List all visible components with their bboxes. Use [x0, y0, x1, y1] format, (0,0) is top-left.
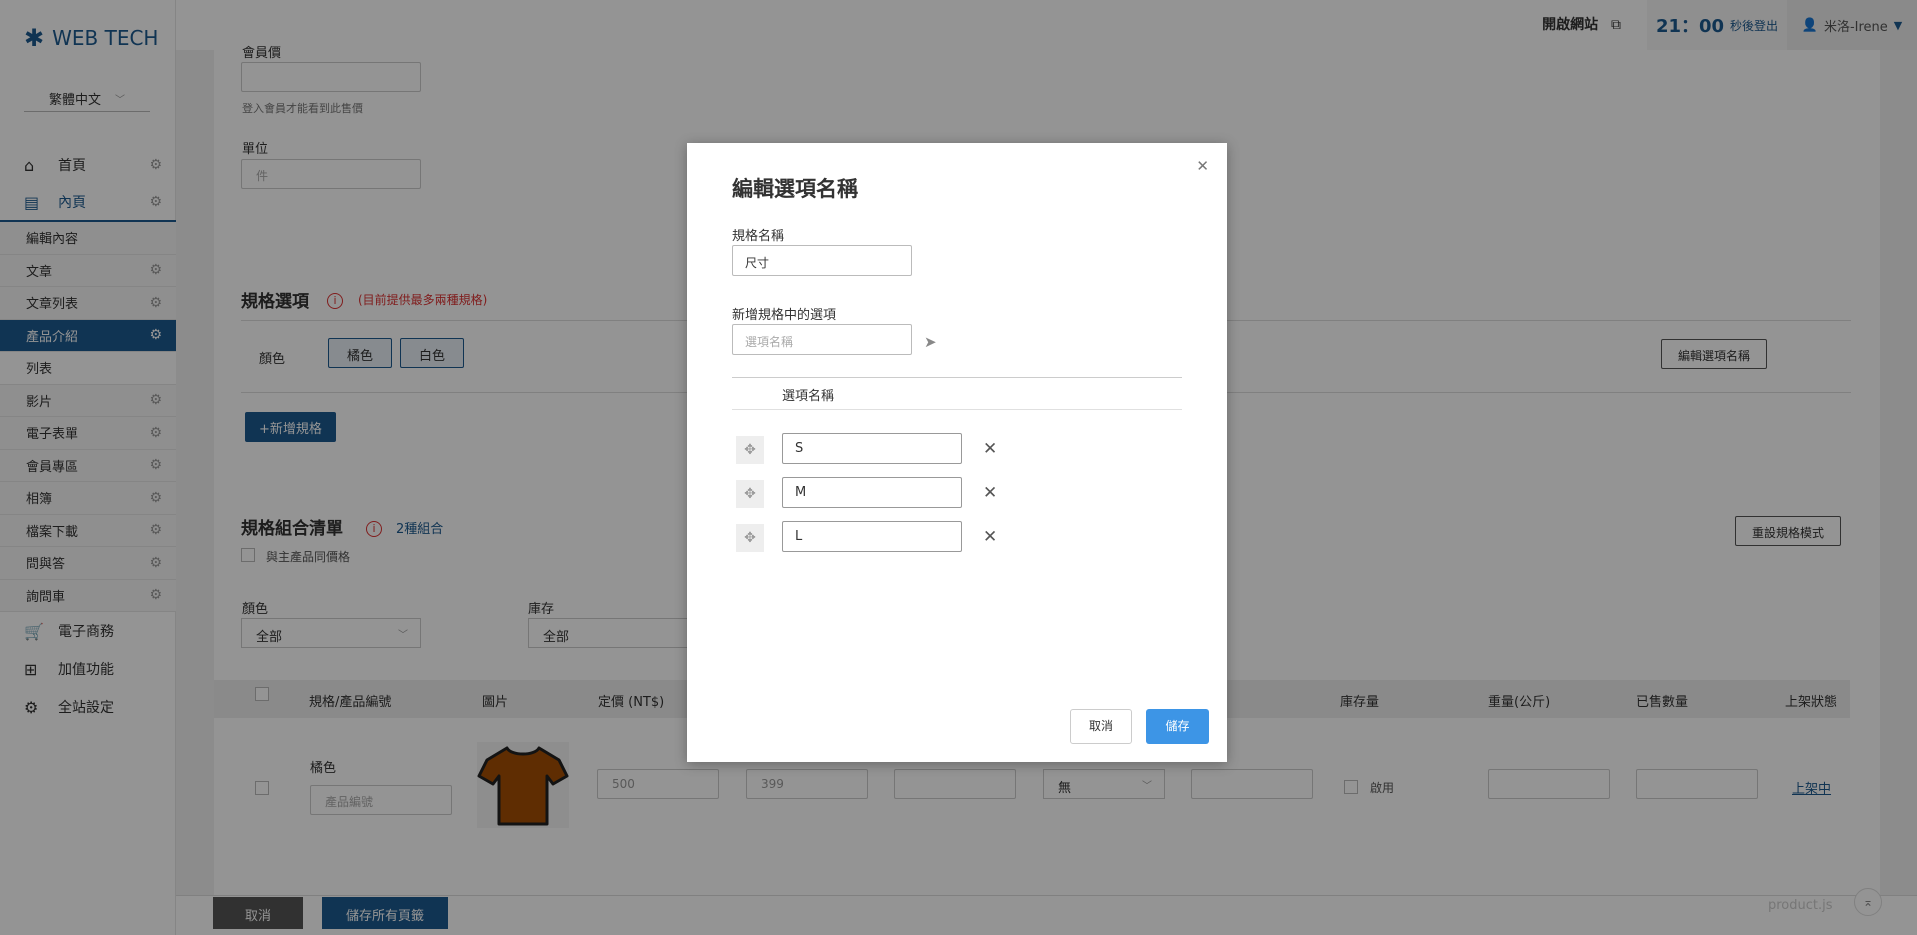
edit-options-modal: ✕ 編輯選項名稱 規格名稱 尺寸 新增規格中的選項 選項名稱 ➤ 選項名稱 ✥ … — [687, 143, 1227, 762]
option-input-s[interactable]: S — [782, 433, 962, 464]
send-icon[interactable]: ➤ — [924, 333, 937, 351]
spec-name-input[interactable]: 尺寸 — [732, 245, 912, 276]
modal-save-button[interactable]: 儲存 — [1146, 709, 1209, 744]
new-option-label: 新增規格中的選項 — [732, 308, 837, 323]
options-column-header: 選項名稱 — [782, 389, 835, 404]
modal-cancel-button[interactable]: 取消 — [1070, 709, 1132, 744]
new-option-input[interactable]: 選項名稱 — [732, 324, 912, 355]
divider — [732, 409, 1182, 410]
drag-handle-icon[interactable]: ✥ — [736, 480, 764, 508]
spec-name-label: 規格名稱 — [732, 229, 785, 244]
drag-handle-icon[interactable]: ✥ — [736, 524, 764, 552]
delete-option-icon[interactable]: ✕ — [983, 527, 997, 547]
option-input-l[interactable]: L — [782, 521, 962, 552]
divider — [732, 377, 1182, 378]
modal-title: 編輯選項名稱 — [732, 177, 858, 201]
drag-handle-icon[interactable]: ✥ — [736, 436, 764, 464]
delete-option-icon[interactable]: ✕ — [983, 483, 997, 503]
option-input-m[interactable]: M — [782, 477, 962, 508]
delete-option-icon[interactable]: ✕ — [983, 439, 997, 459]
close-icon[interactable]: ✕ — [1196, 157, 1209, 175]
